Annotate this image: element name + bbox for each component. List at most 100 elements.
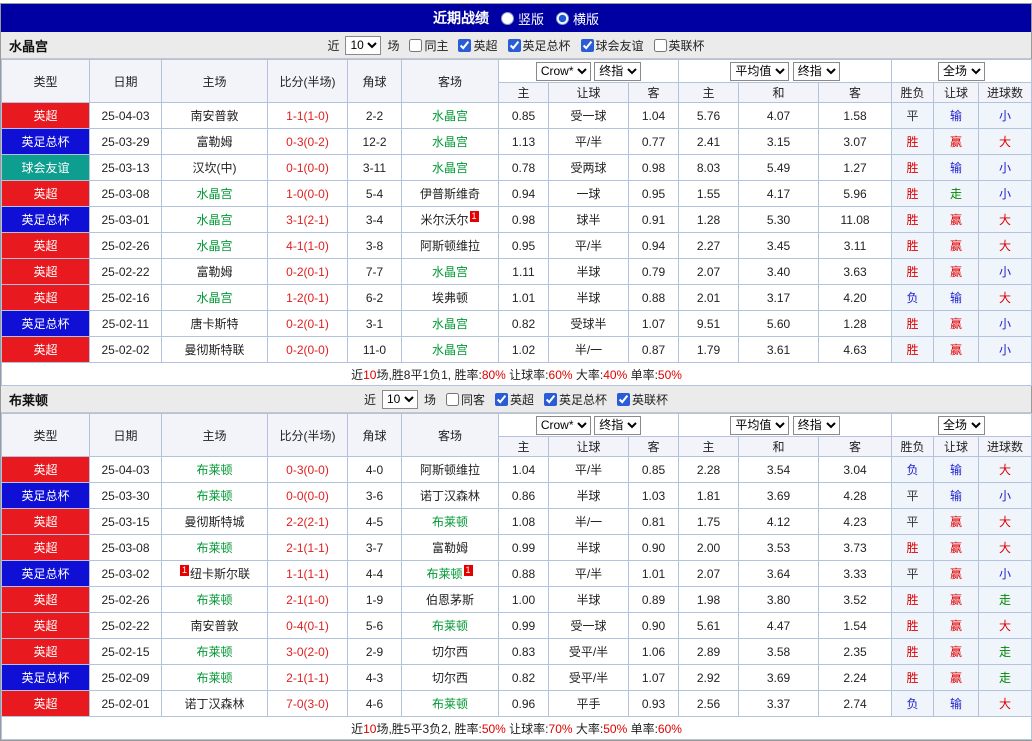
odds-home: 0.96 [498, 690, 549, 717]
away-team[interactable]: 布莱顿 1 [401, 560, 499, 587]
away-team[interactable]: 米尔沃尔 1 [401, 206, 499, 233]
home-team[interactable]: 水晶宫 [161, 284, 268, 311]
away-team[interactable]: 水晶宫 [401, 128, 499, 155]
match-score[interactable]: 1-0(0-0) [267, 180, 348, 207]
filter-league-1-checkbox[interactable] [507, 38, 521, 52]
filter-league-2-checkbox[interactable] [580, 38, 594, 52]
away-team[interactable]: 阿斯顿维拉 [401, 232, 499, 259]
filter-league-1-checkbox[interactable] [544, 392, 558, 406]
average-select[interactable]: 平均值 [730, 61, 790, 81]
final-odds-select[interactable]: 终指 [594, 61, 642, 81]
match-score[interactable]: 0-1(0-0) [267, 154, 348, 181]
home-team[interactable]: 布莱顿 [161, 482, 268, 509]
scope-select[interactable]: 全场 [938, 415, 986, 435]
away-team[interactable]: 水晶宫 [401, 336, 499, 363]
away-team[interactable]: 布莱顿 [401, 690, 499, 717]
filter-same-venue-checkbox[interactable] [409, 38, 423, 52]
match-score[interactable]: 2-1(1-0) [267, 586, 348, 613]
away-team[interactable]: 切尔西 [401, 638, 499, 665]
match-score[interactable]: 1-2(0-1) [267, 284, 348, 311]
filter-league-3-checkbox[interactable] [653, 38, 667, 52]
home-team[interactable]: 水晶宫 [161, 232, 268, 259]
layout-option-vertical[interactable]: 竖版 [500, 9, 544, 28]
match-score[interactable]: 0-2(0-1) [267, 310, 348, 337]
filter-league-1[interactable]: 英足总杯 [538, 391, 607, 408]
odds-away: 0.98 [627, 154, 680, 181]
match-score[interactable]: 0-3(0-0) [267, 456, 348, 483]
home-team[interactable]: 汉坎(中) [161, 154, 268, 181]
away-team[interactable]: 诺丁汉森林 [401, 482, 499, 509]
filter-league-0-checkbox[interactable] [458, 38, 472, 52]
home-team[interactable]: 水晶宫 [161, 206, 268, 233]
away-team[interactable]: 水晶宫 [401, 310, 499, 337]
layout-option-horizontal[interactable]: 横版 [556, 9, 599, 28]
home-team[interactable]: 曼彻斯特城 [161, 508, 268, 535]
away-team[interactable]: 布莱顿 [401, 612, 499, 639]
home-team[interactable]: 南安普敦 [161, 612, 268, 639]
home-team[interactable]: 水晶宫 [161, 180, 268, 207]
filter-league-0-checkbox[interactable] [495, 392, 508, 406]
filter-same-venue-checkbox[interactable] [445, 392, 459, 406]
away-team[interactable]: 水晶宫 [401, 258, 499, 285]
match-count-select[interactable]: 10 [381, 389, 418, 409]
away-team[interactable]: 富勒姆 [401, 534, 499, 561]
avg-odds-away: 3.52 [818, 586, 893, 613]
match-score[interactable]: 7-0(3-0) [267, 690, 348, 717]
summary-segment: 80% [481, 367, 506, 382]
home-team[interactable]: 1 纽卡斯尔联 [161, 560, 268, 587]
match-score[interactable]: 4-1(1-0) [267, 232, 348, 259]
home-team[interactable]: 诺丁汉森林 [161, 690, 268, 717]
filter-same-venue[interactable]: 同客 [440, 391, 485, 408]
match-score[interactable]: 2-2(2-1) [267, 508, 348, 535]
horizontal-layout-radio[interactable] [556, 11, 569, 25]
away-team[interactable]: 伊普斯维奇 [401, 180, 499, 207]
match-score[interactable]: 0-2(0-0) [267, 336, 348, 363]
match-score[interactable]: 2-1(1-1) [267, 534, 348, 561]
home-team[interactable]: 布莱顿 [161, 586, 268, 613]
bookmaker-select[interactable]: Crow* [535, 415, 591, 435]
filter-league-3[interactable]: 英联杯 [648, 37, 705, 54]
match-score[interactable]: 3-1(2-1) [267, 206, 348, 233]
away-team[interactable]: 切尔西 [401, 664, 499, 691]
average-select[interactable]: 平均值 [730, 415, 790, 435]
away-team[interactable]: 阿斯顿维拉 [401, 456, 499, 483]
away-team[interactable]: 埃弗顿 [401, 284, 499, 311]
final-odds-select[interactable]: 终指 [792, 61, 840, 81]
match-score[interactable]: 2-1(1-1) [267, 664, 348, 691]
away-team[interactable]: 伯恩茅斯 [401, 586, 499, 613]
filter-league-2-checkbox[interactable] [617, 392, 631, 406]
away-team[interactable]: 水晶宫 [401, 154, 499, 181]
home-team[interactable]: 南安普敦 [161, 102, 268, 129]
filter-same-venue[interactable]: 同主 [403, 37, 448, 54]
final-odds-select[interactable]: 终指 [594, 415, 642, 435]
final-odds-select[interactable]: 终指 [792, 415, 840, 435]
scope-select[interactable]: 全场 [938, 61, 986, 81]
match-score[interactable]: 1-1(1-0) [267, 102, 348, 129]
home-team[interactable]: 曼彻斯特联 [161, 336, 268, 363]
col-header-away: 客场 [401, 413, 499, 457]
away-team[interactable]: 水晶宫 [401, 102, 499, 129]
filter-league-0[interactable]: 英超 [452, 37, 498, 54]
home-team[interactable]: 布莱顿 [161, 638, 268, 665]
match-score[interactable]: 0-0(0-0) [267, 482, 348, 509]
filter-league-2[interactable]: 球会友谊 [575, 37, 644, 54]
match-score[interactable]: 0-2(0-1) [267, 258, 348, 285]
filter-league-1[interactable]: 英足总杯 [502, 37, 571, 54]
match-score[interactable]: 3-0(2-0) [267, 638, 348, 665]
match-score[interactable]: 1-1(1-1) [267, 560, 348, 587]
home-team[interactable]: 唐卡斯特 [161, 310, 268, 337]
home-team[interactable]: 富勒姆 [161, 258, 268, 285]
home-team[interactable]: 布莱顿 [161, 534, 268, 561]
match-score[interactable]: 0-3(0-2) [267, 128, 348, 155]
match-score[interactable]: 0-4(0-1) [267, 612, 348, 639]
away-team[interactable]: 布莱顿 [401, 508, 499, 535]
filter-league-2[interactable]: 英联杯 [611, 391, 668, 408]
home-team[interactable]: 富勒姆 [161, 128, 268, 155]
vertical-layout-radio[interactable] [500, 11, 514, 25]
bookmaker-select[interactable]: Crow* [535, 61, 591, 81]
filter-league-0[interactable]: 英超 [489, 391, 534, 408]
home-team[interactable]: 布莱顿 [161, 664, 268, 691]
match-count-select[interactable]: 10 [345, 35, 382, 55]
home-team[interactable]: 布莱顿 [161, 456, 268, 483]
result-handicap: 赢 [933, 586, 980, 613]
